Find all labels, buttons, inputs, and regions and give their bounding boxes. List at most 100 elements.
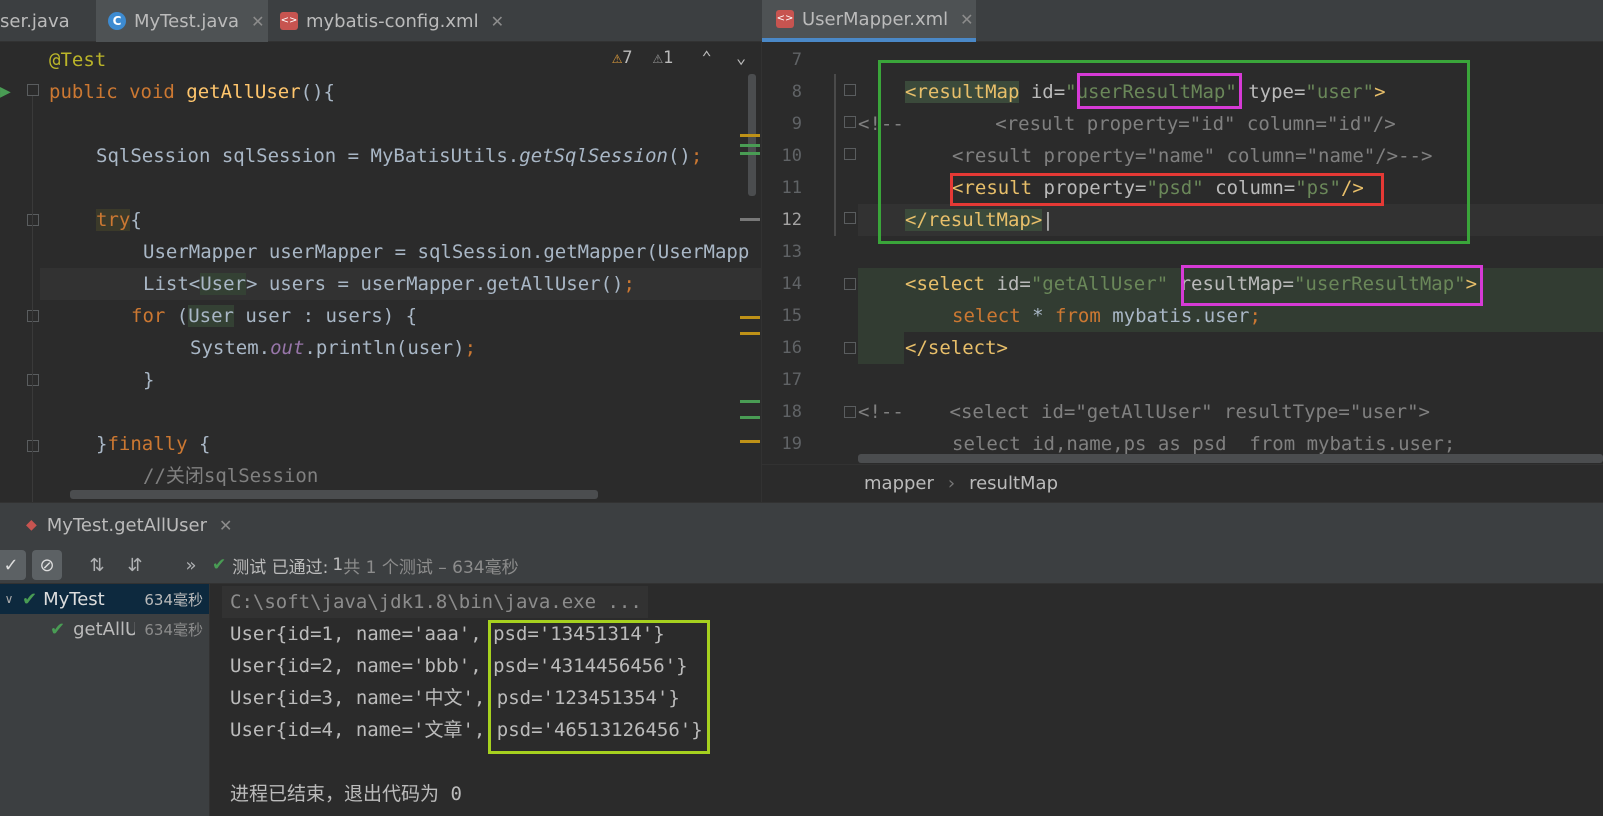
close-icon[interactable]: ✕ (251, 12, 264, 31)
fold-marker[interactable] (844, 406, 856, 418)
class-icon: C (108, 12, 126, 30)
left-tab-bar: ser.java C MyTest.java ✕ <> mybatis-conf… (0, 0, 762, 42)
xml-file-icon: <> (280, 12, 298, 30)
line-number: 17 (781, 370, 802, 390)
horizontal-scrollbar[interactable] (70, 490, 598, 499)
right-tab-bar: <> UserMapper.xml ✕ (762, 0, 1603, 42)
line-number: 9 (791, 114, 802, 134)
chevron-up-icon[interactable]: ⌃ (702, 48, 712, 68)
close-icon[interactable]: ✕ (491, 12, 504, 31)
annotation-box-red (950, 173, 1384, 206)
tab-user-java[interactable]: ser.java (0, 0, 96, 42)
line-number: 16 (781, 338, 802, 358)
xml-line-16: </select> (905, 337, 1008, 359)
horizontal-scrollbar[interactable] (858, 454, 1603, 463)
fold-marker[interactable] (844, 84, 856, 96)
fold-marker[interactable] (27, 440, 39, 452)
tab-label: UserMapper.xml (802, 8, 949, 30)
fold-marker[interactable] (27, 84, 39, 96)
test-status: ✔ 测试 已通过: 1 共 1 个测试 – 634毫秒 (212, 546, 519, 584)
breadcrumb-item-resultmap[interactable]: resultMap (969, 473, 1058, 494)
tree-time: 634毫秒 (144, 590, 203, 609)
fold-marker[interactable] (844, 148, 856, 160)
code-line-finally: }finally { (96, 433, 211, 455)
code-line-println: System.out.println(user); (190, 337, 477, 359)
code-line-method-decl: public void getAllUser(){ (49, 81, 335, 103)
line-number: 19 (781, 434, 802, 454)
status-suffix: 共 1 个测试 – 634毫秒 (343, 557, 519, 578)
xml-editor[interactable]: 7 8 9 10 11 12 13 14 15 16 17 18 19 <res… (762, 42, 1603, 502)
annotation-box-magenta (1077, 73, 1242, 109)
tree-label: MyTest (43, 588, 105, 610)
show-passed-button[interactable]: ✓ (0, 550, 26, 580)
code-line-annotation: @Test (49, 49, 107, 71)
console-command-line[interactable]: C:\soft\java\jdk1.8\bin\java.exe ... (230, 586, 642, 618)
more-icon[interactable]: » (176, 550, 206, 580)
chevron-down-icon[interactable]: ⌄ (736, 48, 746, 68)
xml-file-icon: <> (776, 10, 794, 28)
inspection-widget[interactable]: ⚠7 ⚠1 ⌃ ⌄ (612, 48, 746, 68)
warning-marker (740, 440, 760, 443)
console-exit-line: 进程已结束，退出代码为 0 (230, 783, 462, 805)
tree-row-getalluser[interactable]: ✔ getAllU 634毫秒 (0, 614, 209, 644)
change-marker (740, 152, 760, 155)
line-number: 7 (791, 50, 802, 70)
tab-label: MyTest.java (134, 10, 240, 32)
xml-line-18: <!-- <select id="getAllUser" resultType=… (858, 401, 1430, 423)
code-line-list-users: List<User> users = userMapper.getAllUser… (143, 273, 635, 295)
tab-usermapper-xml[interactable]: <> UserMapper.xml ✕ (762, 0, 976, 42)
tree-row-mytest[interactable]: ∨ ✔ MyTest 634毫秒 (0, 584, 209, 614)
line-number: 11 (781, 178, 802, 198)
tab-label: mybatis-config.xml (306, 10, 479, 32)
code-line-for: for (User user : users) { (131, 305, 418, 327)
fold-marker[interactable] (27, 310, 39, 322)
close-icon[interactable]: ✕ (219, 516, 232, 535)
sort-duration-button[interactable]: ⇵ (120, 550, 150, 580)
code-line-close-brace: } (143, 369, 155, 391)
close-icon[interactable]: ✕ (960, 10, 973, 29)
fold-marker[interactable] (844, 278, 856, 290)
line-number: 12 (781, 210, 802, 230)
warning-marker (740, 332, 760, 335)
show-ignored-button[interactable]: ⊘ (32, 550, 62, 580)
chevron-down-icon[interactable]: ∨ (0, 592, 18, 606)
check-icon: ✔ (22, 588, 38, 610)
run-tool-window-header: ◆ MyTest.getAllUser ✕ (0, 502, 1603, 546)
change-marker (740, 144, 760, 147)
breadcrumb: mapper › resultMap (762, 464, 1603, 502)
marker (740, 218, 760, 221)
code-line-sqlsession: SqlSession sqlSession = MyBatisUtils.get… (96, 145, 703, 167)
fold-marker[interactable] (27, 374, 39, 386)
code-line-getmapper: UserMapper userMapper = sqlSession.getMa… (143, 241, 750, 263)
fold-marker[interactable] (844, 212, 856, 224)
fold-marker[interactable] (844, 342, 856, 354)
modified-gutter-line (834, 74, 836, 236)
breadcrumb-item-mapper[interactable]: mapper (864, 473, 934, 494)
code-line-comment: //关闭sqlSession (143, 465, 319, 487)
tab-mytest-java[interactable]: C MyTest.java ✕ (96, 0, 268, 42)
fold-marker[interactable] (844, 116, 856, 128)
chevron-right-icon: › (947, 473, 956, 494)
warning-marker (740, 316, 760, 319)
line-number: 10 (781, 146, 802, 166)
line-number: 13 (781, 242, 802, 262)
line-number: 8 (791, 82, 802, 102)
code-line-try: try{ (96, 209, 142, 231)
tree-label: getAllU (73, 618, 136, 640)
change-marker (740, 416, 760, 419)
tab-mybatis-config[interactable]: <> mybatis-config.xml ✕ (268, 0, 508, 42)
java-editor[interactable]: ▶ ⚠7 ⚠1 ⌃ ⌄ @Test public void getAllUser… (0, 42, 762, 502)
annotation-box-magenta (1181, 265, 1483, 306)
console-output[interactable]: C:\soft\java\jdk1.8\bin\java.exe ... Use… (210, 584, 1603, 816)
sort-alpha-button[interactable]: ⇅ (82, 550, 112, 580)
line-number: 15 (781, 306, 802, 326)
run-gutter-icon[interactable]: ▶ (0, 84, 11, 100)
status-passed: 1 (332, 555, 344, 575)
warning-count: 7 (622, 48, 633, 68)
annotation-box-lime (488, 620, 710, 754)
fold-marker[interactable] (27, 214, 39, 226)
status-prefix: 测试 已通过: (232, 557, 329, 578)
run-tab[interactable]: ◆ MyTest.getAllUser ✕ (0, 503, 232, 547)
run-config-icon: ◆ (26, 517, 37, 533)
warning-marker (740, 134, 760, 137)
